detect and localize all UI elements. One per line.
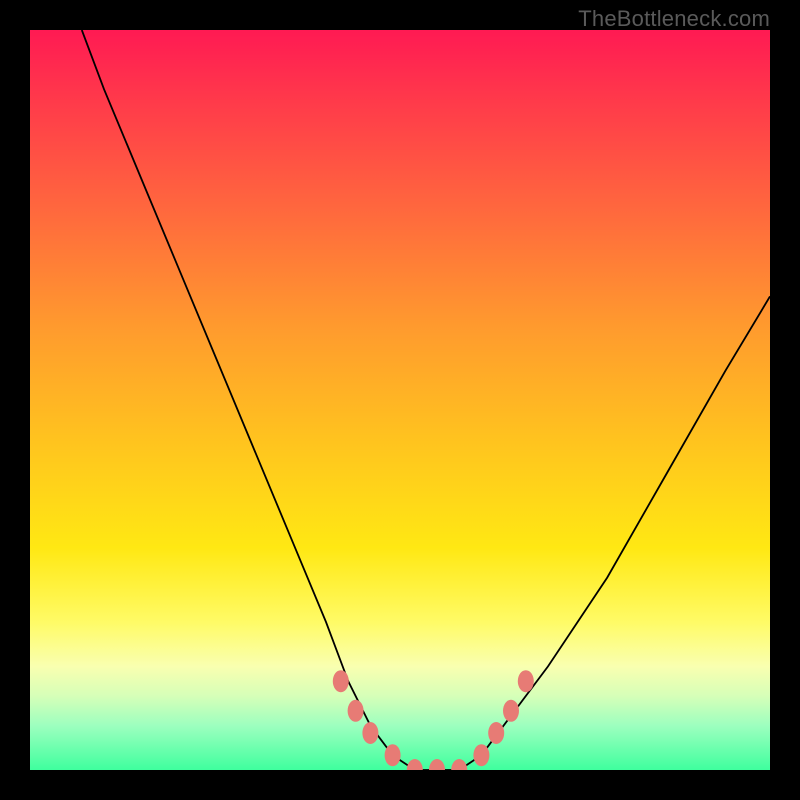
trough-markers (333, 670, 534, 770)
trough-marker (503, 700, 519, 722)
chart-plot-area (30, 30, 770, 770)
watermark-text: TheBottleneck.com (578, 6, 770, 32)
trough-marker (407, 759, 423, 770)
trough-marker (518, 670, 534, 692)
bottleneck-curve (82, 30, 770, 770)
trough-marker (451, 759, 467, 770)
trough-marker (385, 744, 401, 766)
trough-marker (362, 722, 378, 744)
trough-marker (429, 759, 445, 770)
trough-marker (333, 670, 349, 692)
trough-marker (488, 722, 504, 744)
trough-marker (473, 744, 489, 766)
trough-marker (348, 700, 364, 722)
chart-svg (30, 30, 770, 770)
chart-frame: TheBottleneck.com (0, 0, 800, 800)
